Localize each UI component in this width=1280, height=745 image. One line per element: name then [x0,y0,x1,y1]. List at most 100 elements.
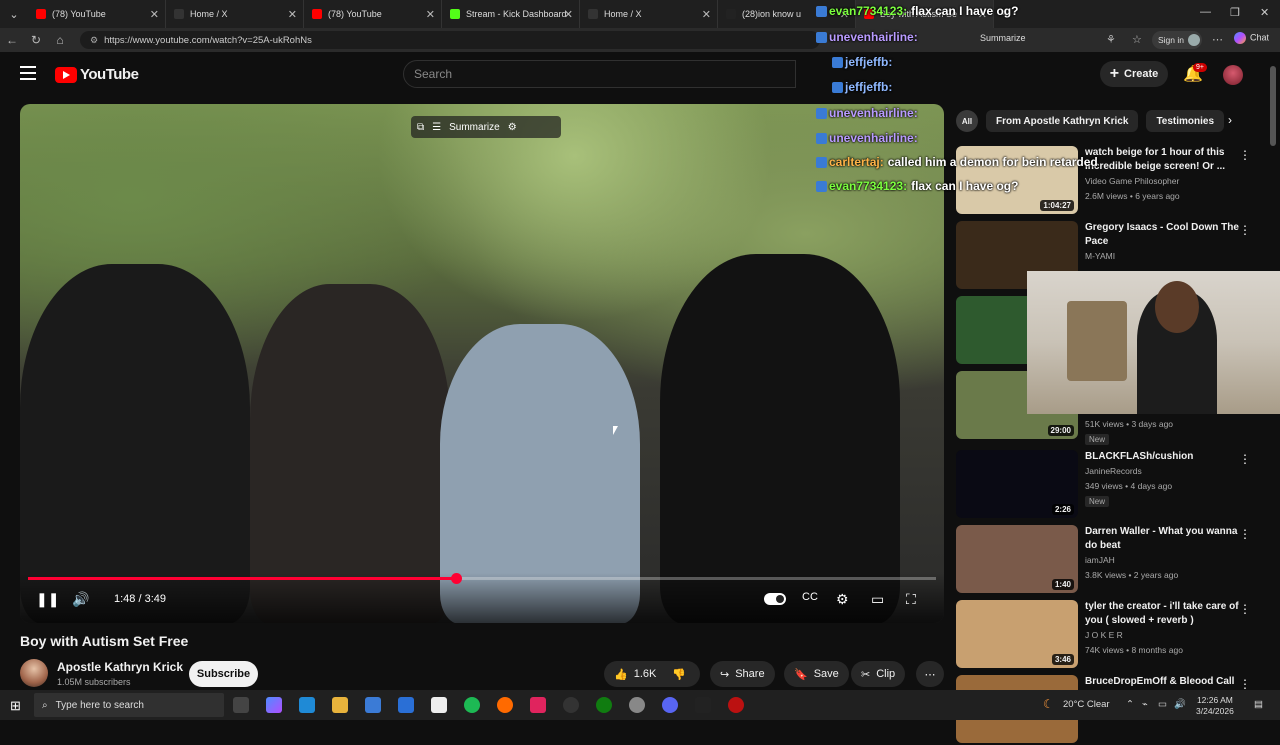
pause-icon[interactable]: ❚❚ [36,591,59,608]
xbox-icon[interactable] [596,697,612,713]
taskbar-search-input[interactable]: ⌕ Type here to search [34,693,224,717]
fullscreen-icon[interactable]: ⛶ [906,591,916,608]
extensions-icon[interactable]: ⚘ [1106,33,1116,46]
more-actions-button[interactable]: ⋯ [916,661,944,687]
store-icon[interactable] [365,697,381,713]
volume-icon[interactable]: 🔊 [72,591,89,608]
channel-avatar[interactable] [20,659,48,687]
recommendation-title[interactable]: BruceDropEmOff & Bleood Call [1085,675,1249,689]
back-icon[interactable]: ← [0,33,24,47]
recommendation-item[interactable]: 3:46 tyler the creator - i'll take care o… [956,600,1268,670]
show-hidden-icons[interactable]: ⌃ [1126,699,1134,710]
recommendation-item[interactable]: 2:26 BLACKFLASh/cushion JanineRecords 349 v… [956,450,1268,520]
notepad-icon[interactable] [431,697,447,713]
recommendation-title[interactable]: BLACKFLASh/cushion [1085,450,1249,464]
summarize-extension[interactable]: Summarize [980,33,1026,43]
search-input[interactable]: Search [403,60,796,88]
like-count[interactable]: 1.6K [634,668,657,680]
chip-from-channel[interactable]: From Apostle Kathryn Krick [986,110,1139,132]
menu-icon[interactable] [20,66,36,80]
weather-text[interactable]: 20°C Clear [1063,699,1110,710]
spotify-icon[interactable] [464,697,480,713]
recommendation-channel[interactable]: iamJAH [1085,555,1115,565]
recommendation-title[interactable]: tyler the creator - i'll take care of yo… [1085,600,1249,628]
reload-icon[interactable]: ↻ [24,33,48,47]
more-options-icon[interactable]: ⋮ [1239,677,1251,691]
task-view-icon[interactable] [233,697,249,713]
dislike-icon[interactable]: 👎 [672,668,686,681]
browser-tab[interactable]: Home / X ✕ [166,0,304,28]
weather-icon[interactable]: ☾ [1043,697,1054,711]
clip-button[interactable]: ✂ Clip [851,661,906,687]
share-button[interactable]: ↪ Share [710,661,775,687]
app-icon[interactable] [497,697,513,713]
notification-center-icon[interactable]: ▤ [1254,699,1263,710]
more-menu-icon[interactable]: ⋯ [1212,33,1223,46]
browser-tab[interactable]: (78) YouTube ✕ [28,0,166,28]
like-icon[interactable]: 👍 [614,668,628,681]
network-icon[interactable]: ⌁ [1142,699,1148,710]
recommendation-item[interactable]: 1:40 Darren Waller - What you wanna do be… [956,525,1268,595]
battery-icon[interactable]: ▭ [1158,699,1167,710]
scrollbar-thumb[interactable] [1270,66,1276,146]
maximize-icon[interactable]: ❐ [1230,6,1240,19]
captions-icon[interactable]: CC [802,591,818,603]
sidebar-scrollbar[interactable] [1269,56,1277,687]
video-thumbnail[interactable]: 1:40 [956,525,1078,593]
close-tab-icon[interactable]: ✕ [564,8,573,21]
app-icon[interactable] [728,697,744,713]
save-button[interactable]: 🔖 Save [784,661,849,687]
create-button[interactable]: + Create [1100,61,1168,87]
screenshot-icon[interactable]: ⧉ [417,122,424,133]
more-options-icon[interactable]: ⋮ [1239,223,1251,237]
recommendation-channel[interactable]: J O K E R [1085,630,1123,640]
recommendation-channel[interactable]: JanineRecords [1085,466,1142,476]
discord-icon[interactable] [662,697,678,713]
mail-icon[interactable] [398,697,414,713]
edge-icon[interactable] [299,697,315,713]
summarize-icon[interactable]: ☰ [432,122,441,133]
chip-all[interactable]: All [956,110,978,132]
favorites-icon[interactable]: ☆ [1132,33,1142,46]
progress-scrubber[interactable] [450,573,462,584]
sign-in-button[interactable]: Sign in [1152,31,1202,49]
settings-gear-icon[interactable]: ⚙ [836,591,849,608]
app-icon[interactable] [563,697,579,713]
windows-start-icon[interactable]: ⊞ [10,698,21,714]
recommendation-channel[interactable]: M-YAMI [1085,251,1115,261]
recommendation-title[interactable]: watch beige for 1 hour of this incredibl… [1085,146,1249,174]
browser-tab[interactable]: Home / X ✕ [580,0,718,28]
account-avatar[interactable] [1223,65,1243,85]
youtube-logo[interactable]: YouTube [55,66,139,83]
epic-games-icon[interactable] [695,697,711,713]
copilot-chat-button[interactable]: Chat [1234,32,1269,44]
video-summarize-toolbar[interactable]: ⧉ ☰ Summarize ⚙ [411,116,561,138]
close-tab-icon[interactable]: ✕ [288,8,297,21]
chevron-right-icon[interactable]: › [1228,113,1232,127]
channel-name[interactable]: Apostle Kathryn Krick [57,660,183,674]
app-icon[interactable] [530,697,546,713]
video-thumbnail[interactable]: 3:46 [956,600,1078,668]
recommendation-title[interactable]: Gregory Isaacs - Cool Down The Pace [1085,221,1249,249]
more-options-icon[interactable]: ⋮ [1239,452,1251,466]
browser-tab[interactable]: Stream - Kick Dashboard ✕ [442,0,580,28]
more-options-icon[interactable]: ⋮ [1239,602,1251,616]
close-tab-icon[interactable]: ✕ [426,8,435,21]
volume-tray-icon[interactable]: 🔊 [1174,699,1186,710]
taskbar-clock[interactable]: 12:26 AM 3/24/2026 [1196,695,1234,717]
more-options-icon[interactable]: ⋮ [1239,148,1251,162]
close-window-icon[interactable]: ✕ [1260,6,1269,19]
autoplay-toggle[interactable] [764,593,786,605]
copilot-taskbar-icon[interactable] [266,697,282,713]
chip-testimonies[interactable]: Testimonies [1146,110,1225,132]
recommendation-title[interactable]: Darren Waller - What you wanna do beat [1085,525,1249,553]
subscribe-button[interactable]: Subscribe [189,661,258,687]
settings-icon[interactable]: ⚙ [508,122,517,133]
video-thumbnail[interactable]: 2:26 [956,450,1078,518]
close-tab-icon[interactable]: ✕ [150,8,159,21]
home-icon[interactable]: ⌂ [48,33,72,47]
tab-search-icon[interactable]: ⌄ [0,0,28,28]
summarize-label[interactable]: Summarize [449,122,500,133]
more-options-icon[interactable]: ⋮ [1239,527,1251,541]
file-explorer-icon[interactable] [332,697,348,713]
